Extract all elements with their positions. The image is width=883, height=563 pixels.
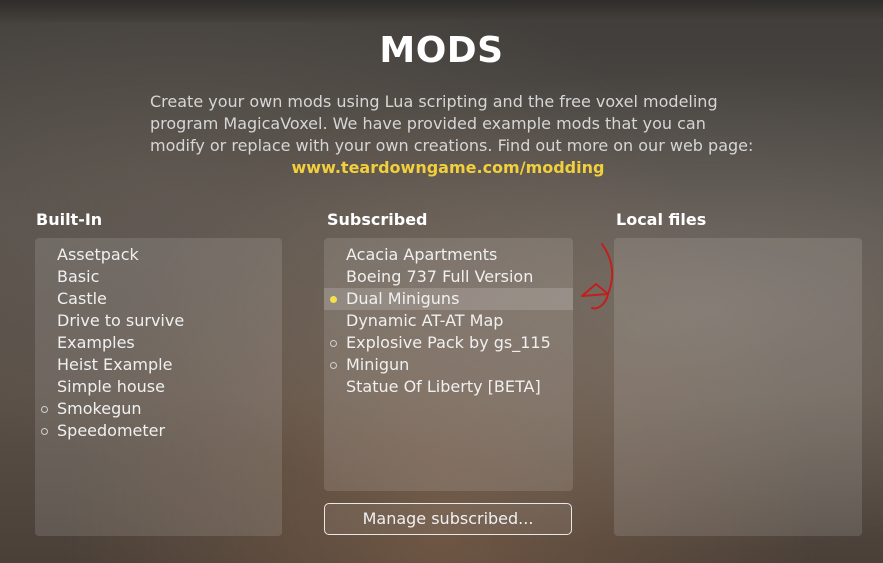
mod-list-item[interactable]: Explosive Pack by gs_115	[324, 332, 573, 354]
subscribed-list: Acacia Apartments Boeing 737 Full Version…	[324, 238, 573, 398]
mod-list-item[interactable]: Basic	[35, 266, 282, 288]
description-line: program MagicaVoxel. We have provided ex…	[150, 114, 706, 133]
mod-list-item[interactable]: Statue Of Liberty [BETA]	[324, 376, 573, 398]
description-line: Create your own mods using Lua scripting…	[150, 92, 718, 111]
mod-name: Explosive Pack by gs_115	[346, 333, 551, 352]
mod-list-item[interactable]: Heist Example	[35, 354, 282, 376]
local-files-column-title: Local files	[616, 210, 707, 229]
mod-list-item[interactable]: Minigun	[324, 354, 573, 376]
top-strip	[0, 0, 883, 22]
mod-list-item[interactable]: Assetpack	[35, 244, 282, 266]
mod-name: Acacia Apartments	[346, 245, 498, 264]
mod-list-item[interactable]: Dynamic AT-AT Map	[324, 310, 573, 332]
mod-name: Examples	[57, 333, 135, 352]
mod-name: Speedometer	[57, 421, 166, 440]
mod-list-item[interactable]: Speedometer	[35, 420, 282, 442]
mod-disabled-circle-icon[interactable]	[41, 406, 48, 413]
subscribed-column-title: Subscribed	[327, 210, 428, 229]
description: Create your own mods using Lua scripting…	[150, 91, 760, 157]
mod-name: Minigun	[346, 355, 410, 374]
builtin-column-title: Built-In	[36, 210, 103, 229]
mod-name: Basic	[57, 267, 100, 286]
mod-list-item[interactable]: Acacia Apartments	[324, 244, 573, 266]
mod-list-item[interactable]: Drive to survive	[35, 310, 282, 332]
manage-subscribed-button[interactable]: Manage subscribed...	[324, 503, 572, 535]
mod-enabled-dot-icon[interactable]	[330, 296, 337, 303]
mod-name: Drive to survive	[57, 311, 185, 330]
mod-name: Dual Miniguns	[346, 289, 460, 308]
mod-list-item[interactable]: Examples	[35, 332, 282, 354]
mod-name: Dynamic AT-AT Map	[346, 311, 504, 330]
mod-list-item[interactable]: Boeing 737 Full Version	[324, 266, 573, 288]
mod-disabled-circle-icon[interactable]	[330, 340, 337, 347]
mod-disabled-circle-icon[interactable]	[41, 428, 48, 435]
mod-name: Statue Of Liberty [BETA]	[346, 377, 541, 396]
mod-name: Boeing 737 Full Version	[346, 267, 534, 286]
mod-list-item[interactable]: Smokegun	[35, 398, 282, 420]
description-line: modify or replace with your own creation…	[150, 136, 754, 155]
mod-name: Smokegun	[57, 399, 142, 418]
local-files-mod-list[interactable]	[614, 238, 862, 536]
subscribed-mod-list[interactable]: Acacia Apartments Boeing 737 Full Version…	[324, 238, 573, 491]
mod-disabled-circle-icon[interactable]	[330, 362, 337, 369]
mod-list-item[interactable]: Castle	[35, 288, 282, 310]
mod-name: Simple house	[57, 377, 165, 396]
red-arrow-annotation	[581, 243, 614, 310]
builtin-mod-list[interactable]: Assetpack Basic Castle Drive to survive Exam…	[35, 238, 282, 536]
mod-list-item[interactable]: Dual Miniguns	[324, 288, 573, 310]
page-title: MODS	[379, 30, 504, 71]
modding-website-link[interactable]: www.teardowngame.com/modding	[0, 158, 883, 177]
mod-name: Heist Example	[57, 355, 173, 374]
mod-name: Castle	[57, 289, 107, 308]
mod-name: Assetpack	[57, 245, 139, 264]
mod-list-item[interactable]: Simple house	[35, 376, 282, 398]
local-files-list	[614, 238, 862, 244]
builtin-list: Assetpack Basic Castle Drive to survive Exam…	[35, 238, 282, 442]
